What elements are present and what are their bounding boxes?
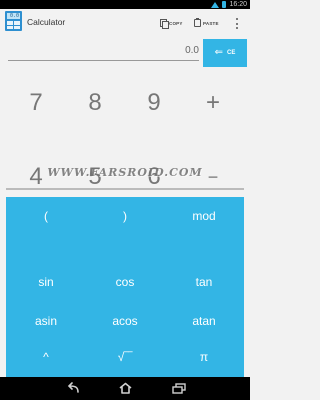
digit-8-button[interactable]: 8: [70, 83, 120, 123]
panel-divider: [6, 188, 244, 190]
copy-label: COPY: [169, 20, 183, 26]
tan-button[interactable]: tan: [169, 267, 239, 297]
asin-button[interactable]: asin: [11, 306, 81, 336]
cos-button[interactable]: cos: [90, 267, 160, 297]
clear-entry-label: CE: [227, 50, 236, 56]
pi-button[interactable]: π: [169, 342, 239, 372]
display-underline: [8, 60, 199, 61]
sqrt-button[interactable]: √‾‾: [90, 342, 160, 372]
battery-icon: [222, 1, 227, 8]
home-icon[interactable]: [118, 382, 133, 394]
paste-icon: [194, 18, 201, 27]
plus-button[interactable]: +: [188, 83, 238, 123]
overflow-menu-icon[interactable]: [236, 18, 239, 29]
app-icon-display: 0.0: [7, 13, 20, 19]
navigation-bar: [0, 377, 250, 400]
sin-button[interactable]: sin: [11, 267, 81, 297]
app-icon[interactable]: 0.0: [5, 11, 22, 31]
action-bar: 0.0 Calculator COPY PASTE: [0, 9, 250, 38]
digit-7-button[interactable]: 7: [11, 83, 61, 123]
watermark-text: WWW.FARSROID.COM: [47, 166, 203, 179]
copy-icon: [160, 19, 169, 29]
app-icon-keys: [7, 21, 20, 29]
backspace-clear-button[interactable]: ⇐ CE: [203, 39, 247, 67]
digit-9-button[interactable]: 9: [129, 83, 179, 123]
advanced-function-panel: ( ) mod sin cos tan asin acos atan ^ √‾‾…: [6, 197, 244, 377]
paste-button[interactable]: PASTE: [194, 16, 219, 30]
backspace-arrow-icon: ⇐: [214, 47, 224, 58]
status-icons: 16:20: [211, 0, 247, 9]
status-time: 16:20: [229, 1, 247, 8]
mod-button[interactable]: mod: [169, 201, 239, 231]
close-paren-button[interactable]: ): [90, 201, 160, 231]
back-icon[interactable]: [66, 382, 80, 394]
calculator-screen: 16:20 0.0 Calculator COPY PASTE 0.0 ⇐ CE…: [0, 0, 250, 400]
display-value: 0.0: [185, 45, 199, 56]
status-bar: 16:20: [0, 0, 250, 9]
paste-label: PASTE: [203, 20, 219, 26]
wifi-icon: [211, 2, 220, 8]
acos-button[interactable]: acos: [90, 306, 160, 336]
copy-button[interactable]: COPY: [160, 16, 183, 30]
open-paren-button[interactable]: (: [11, 201, 81, 231]
recent-apps-icon[interactable]: [172, 383, 186, 394]
atan-button[interactable]: atan: [169, 306, 239, 336]
power-button[interactable]: ^: [11, 342, 81, 372]
app-title: Calculator: [27, 17, 66, 27]
